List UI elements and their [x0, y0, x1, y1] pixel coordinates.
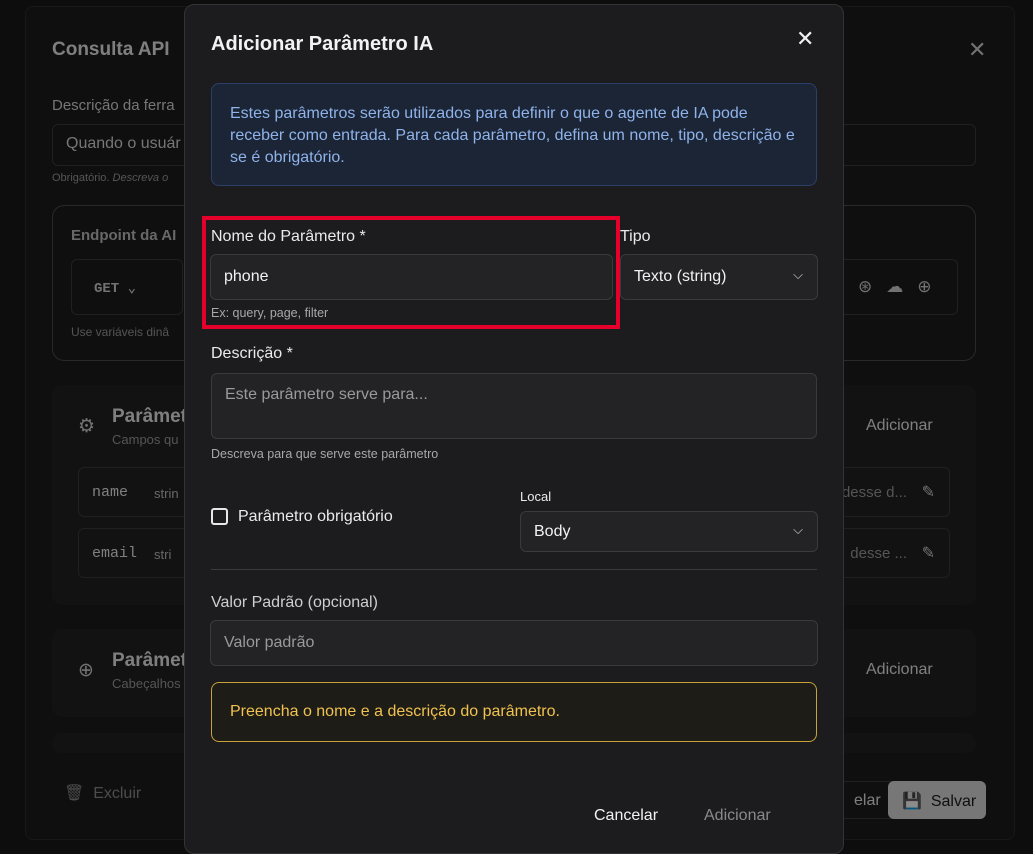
description-label: Descrição *: [211, 345, 293, 362]
bg-save-button[interactable]: 💾 Salvar: [888, 781, 986, 819]
bg-description-value: Quando o usuár: [66, 135, 181, 152]
bg-method-select[interactable]: GET ⌄: [71, 259, 183, 315]
bg-headers-subtitle: Cabeçalhos: [112, 676, 181, 691]
bg-title: Consulta API: [52, 39, 170, 60]
trash-icon: 🗑: [64, 785, 85, 802]
bg-params-add-button[interactable]: Adicionar: [866, 417, 933, 435]
required-label[interactable]: Parâmetro obrigatório: [238, 508, 393, 526]
save-icon: 💾: [902, 793, 922, 810]
type-select[interactable]: Texto (string) ⌵: [620, 254, 818, 300]
bg-description-hint: Obrigatório. Descreva o: [52, 172, 169, 184]
bg-param-desc: desse d...: [841, 484, 907, 501]
bg-close-icon[interactable]: ✕: [968, 37, 986, 63]
bg-param-name: name: [92, 484, 129, 501]
bg-param-type: stri: [154, 547, 172, 562]
param-name-label: Nome do Parâmetro *: [211, 228, 366, 245]
bg-params-subtitle: Campos qu: [112, 432, 179, 447]
globe-icon[interactable]: ⊕: [917, 277, 945, 296]
cloud-icon[interactable]: ☁: [886, 277, 917, 296]
close-icon[interactable]: ✕: [796, 28, 814, 50]
type-value: Texto (string): [634, 268, 727, 285]
description-textarea[interactable]: [211, 373, 817, 439]
default-value-label: Valor Padrão (opcional): [211, 594, 378, 611]
add-button[interactable]: Adicionar: [704, 807, 771, 825]
location-select[interactable]: Body ⌵: [520, 511, 818, 552]
type-label: Tipo: [620, 228, 651, 245]
param-name-input[interactable]: [210, 254, 613, 300]
pencil-icon[interactable]: ✎: [922, 482, 935, 502]
location-label: Local: [520, 489, 552, 504]
bg-delete-button[interactable]: 🗑 Excluir: [64, 783, 141, 803]
brain-icon[interactable]: ⊛: [858, 277, 886, 296]
bg-description-label: Descrição da ferra: [52, 97, 175, 114]
bg-endpoint-icons: ⊛☁⊕: [858, 277, 946, 297]
param-name-hint: Ex: query, page, filter: [211, 306, 329, 320]
pencil-icon[interactable]: ✎: [922, 543, 935, 563]
bg-param-name: email: [92, 545, 138, 562]
cancel-button[interactable]: Cancelar: [594, 807, 658, 825]
bg-headers-title: Parâmet: [112, 650, 187, 671]
globe-icon: ⊕: [78, 660, 94, 681]
bg-method-value: GET: [94, 281, 120, 297]
location-value: Body: [534, 523, 571, 540]
chevron-down-icon: ⌄: [127, 281, 137, 297]
gear-icon: ⚙: [78, 416, 96, 437]
bg-endpoint-title: Endpoint da AI: [71, 227, 177, 244]
bg-params-title: Parâmet: [112, 406, 187, 427]
bg-endpoint-hint: Use variáveis dinâ: [71, 325, 170, 339]
divider: [211, 569, 817, 570]
bg-param-desc: desse ...: [850, 545, 907, 562]
description-hint: Descreva para que serve este parâmetro: [211, 447, 439, 461]
default-value-input[interactable]: [210, 620, 818, 666]
required-checkbox[interactable]: [211, 508, 228, 525]
bg-param-type: strin: [154, 486, 179, 501]
bg-headers-add-button[interactable]: Adicionar: [866, 661, 933, 679]
modal-title: Adicionar Parâmetro IA: [211, 33, 434, 55]
warning-message: Preencha o nome e a descrição do parâmet…: [211, 682, 817, 742]
chevron-down-icon: ⌵: [793, 522, 803, 537]
chevron-down-icon: ⌵: [793, 267, 803, 282]
info-box: Estes parâmetros serão utilizados para d…: [211, 83, 817, 186]
